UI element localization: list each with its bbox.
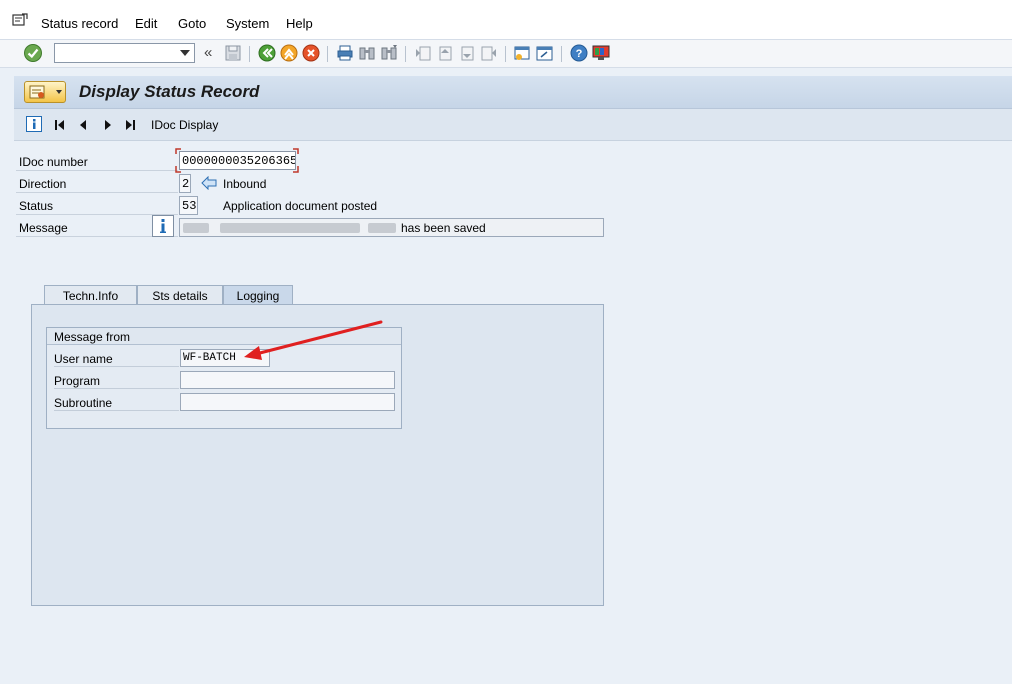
direction-label: Direction: [16, 173, 178, 193]
message-suffix: has been saved: [401, 221, 486, 235]
exit-icon[interactable]: [280, 44, 298, 62]
tab-sts-details[interactable]: Sts details: [137, 285, 223, 305]
enter-checkmark-icon[interactable]: [23, 43, 43, 63]
menu-options-icon[interactable]: [12, 13, 28, 27]
status-field: 53: [179, 196, 198, 215]
message-field: has been saved: [179, 218, 604, 237]
idoc-number-label: IDoc number: [16, 151, 178, 171]
menu-help[interactable]: Help: [286, 16, 313, 31]
menu-bar: Status record Edit Goto System Help: [0, 0, 1012, 40]
cancel-icon[interactable]: [302, 44, 320, 62]
redacted-text: [368, 223, 396, 233]
user-name-label: User name: [54, 347, 179, 367]
page-title: Display Status Record: [79, 82, 260, 101]
previous-record-icon[interactable]: [77, 118, 89, 132]
menu-list-icon: [29, 85, 45, 99]
menu-system[interactable]: System: [226, 16, 269, 31]
caret-down-icon: [56, 90, 62, 94]
status-text: Application document posted: [223, 199, 378, 213]
save-icon[interactable]: [224, 44, 242, 62]
tab-techn-info[interactable]: Techn.Info: [44, 285, 137, 305]
direction-text: Inbound: [223, 177, 267, 191]
layout-icon[interactable]: [592, 44, 610, 62]
svg-text:?: ?: [576, 48, 583, 60]
last-page-icon[interactable]: [480, 44, 498, 62]
back-double-arrow-icon[interactable]: «: [204, 44, 212, 61]
inbound-arrow-icon: [201, 176, 217, 190]
first-record-icon[interactable]: [54, 118, 66, 132]
info-message-icon[interactable]: [152, 215, 174, 237]
menu-edit[interactable]: Edit: [135, 16, 157, 31]
create-session-icon[interactable]: [514, 44, 532, 62]
redacted-text: [183, 223, 209, 233]
idoc-display-button[interactable]: IDoc Display: [151, 118, 218, 132]
menu-button[interactable]: [24, 81, 66, 103]
redacted-text: [220, 223, 360, 233]
program-field: [180, 371, 395, 389]
logging-tab-panel: Message from User name WF-BATCH Program …: [31, 304, 604, 606]
previous-page-icon[interactable]: [436, 44, 454, 62]
next-record-icon[interactable]: [102, 118, 114, 132]
focus-corners: [175, 148, 299, 173]
info-icon[interactable]: [26, 116, 42, 132]
group-title: Message from: [47, 328, 401, 345]
status-label: Status: [16, 195, 178, 215]
next-page-icon[interactable]: [458, 44, 476, 62]
menu-goto[interactable]: Goto: [178, 16, 206, 31]
direction-field: 2: [179, 174, 191, 193]
first-page-icon[interactable]: [414, 44, 432, 62]
message-from-group: Message from User name WF-BATCH Program …: [46, 327, 402, 429]
application-toolbar: IDoc Display: [14, 109, 1012, 141]
find-next-icon[interactable]: [380, 44, 398, 62]
last-record-icon[interactable]: [124, 118, 136, 132]
help-icon[interactable]: ?: [570, 44, 588, 62]
title-bar: Display Status Record: [14, 76, 1012, 109]
back-icon[interactable]: [258, 44, 276, 62]
tab-strip: Techn.Info Sts details Logging: [30, 285, 610, 305]
find-icon[interactable]: [358, 44, 376, 62]
tab-logging[interactable]: Logging: [223, 285, 293, 305]
subroutine-field: [180, 393, 395, 411]
menu-status-record[interactable]: Status record: [41, 16, 118, 31]
chevron-down-icon[interactable]: [180, 50, 190, 56]
print-icon[interactable]: [336, 44, 354, 62]
shortcut-icon[interactable]: [536, 44, 554, 62]
subroutine-label: Subroutine: [54, 391, 179, 411]
user-name-field: WF-BATCH: [180, 349, 270, 367]
standard-toolbar: « ?: [0, 40, 1012, 68]
command-field[interactable]: [54, 43, 195, 63]
program-label: Program: [54, 369, 179, 389]
